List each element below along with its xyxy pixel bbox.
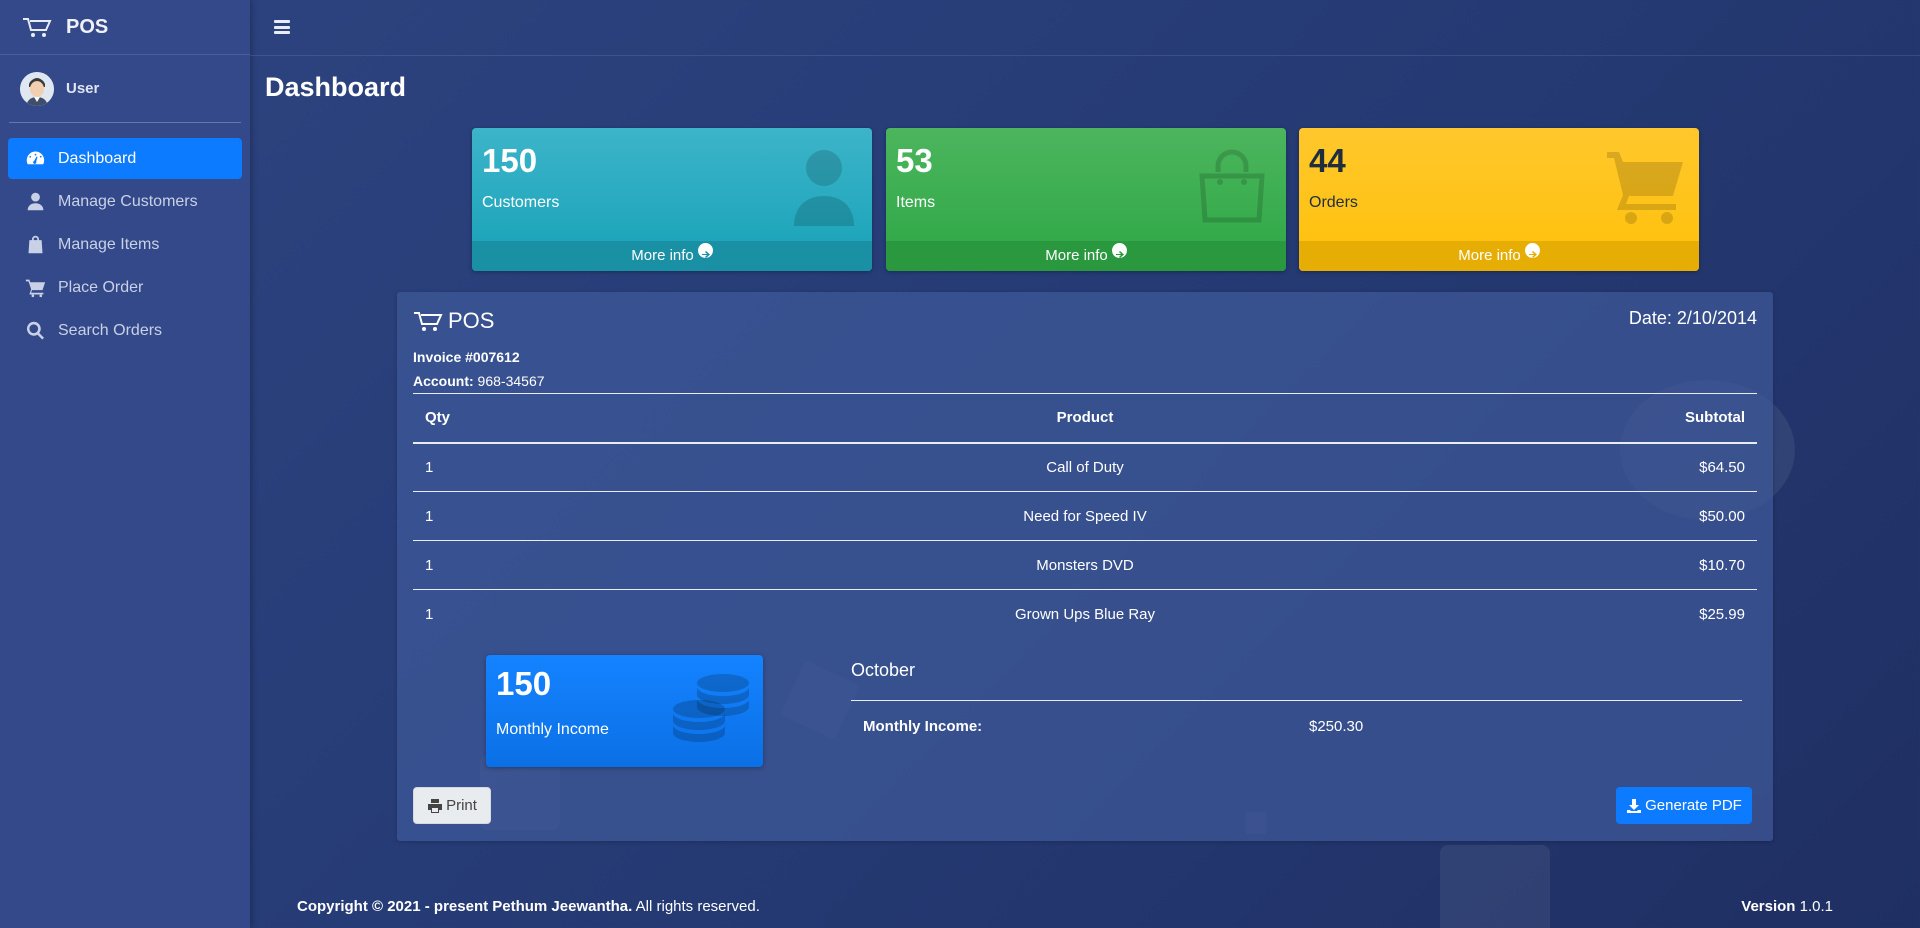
table-header-row: Qty Product Subtotal <box>413 393 1757 444</box>
customers-stat-box: 150 Customers More info <box>472 128 872 271</box>
search-icon <box>26 321 44 340</box>
cell-qty: 1 <box>413 540 613 590</box>
column-header-subtotal: Subtotal <box>1557 393 1757 444</box>
cell-product: Need for Speed IV <box>613 491 1557 541</box>
page-title: Dashboard <box>265 72 407 102</box>
stat-label: Orders <box>1309 194 1358 211</box>
invoice-panel: POS Date: 2/10/2014 Invoice #007612 Acco… <box>397 292 1773 841</box>
sidebar-item-label: Place Order <box>58 278 144 296</box>
stat-label: Customers <box>482 194 560 211</box>
table-row: 1 Call of Duty $64.50 <box>413 443 1757 492</box>
divider <box>851 700 1742 701</box>
coins-icon <box>673 674 749 742</box>
monthly-income-value: $250.30 <box>1309 718 1364 735</box>
invoice-brand: POS <box>413 308 494 334</box>
column-header-qty: Qty <box>413 393 613 444</box>
table-row: 1 Need for Speed IV $50.00 <box>413 491 1757 541</box>
sidebar-item-label: Dashboard <box>58 149 137 167</box>
sidebar-item-label: Manage Customers <box>58 192 198 210</box>
shopping-bag-icon <box>28 235 43 254</box>
avatar <box>20 71 54 106</box>
user-icon <box>794 150 854 226</box>
account-value: 968-34567 <box>473 373 545 389</box>
download-icon <box>1627 798 1642 813</box>
stat-value: 44 <box>1309 142 1346 179</box>
more-info-label: More info <box>1458 247 1521 264</box>
cart-logo-icon <box>414 312 443 331</box>
customers-more-info-link[interactable]: More info <box>472 241 872 271</box>
decorative-shape <box>1440 845 1550 928</box>
more-info-label: More info <box>631 247 694 264</box>
user-name[interactable]: User <box>66 80 99 97</box>
stat-label: Items <box>896 194 936 211</box>
rights-text: All rights reserved. <box>632 898 760 915</box>
version-label: Version <box>1741 898 1796 915</box>
cell-product: Grown Ups Blue Ray <box>613 589 1557 639</box>
invoice-account: Account: 968-34567 <box>413 373 545 389</box>
column-header-product: Product <box>613 393 1557 444</box>
monthly-income-label: Monthly Income: <box>863 718 983 735</box>
shopping-cart-icon <box>1607 152 1683 224</box>
invoice-brand-text: POS <box>448 308 495 333</box>
income-label: Monthly Income <box>496 721 609 738</box>
monthly-income-box: 150 Monthly Income <box>486 655 763 767</box>
cell-qty: 1 <box>425 458 434 476</box>
shopping-cart-icon <box>25 279 46 298</box>
orders-stat-box: 44 Orders More info <box>1299 128 1699 271</box>
cell-subtotal: $64.50 <box>1699 458 1745 476</box>
orders-more-info-link[interactable]: More info <box>1299 241 1699 271</box>
avatar-icon <box>20 71 54 106</box>
sidebar-item-search-orders[interactable]: Search Orders <box>8 310 242 351</box>
user-icon <box>27 192 44 211</box>
topbar <box>250 0 1920 56</box>
cell-subtotal: $50.00 <box>1557 491 1757 541</box>
generate-pdf-label: Generate PDF <box>1645 797 1742 814</box>
brand-text: POS <box>66 15 109 38</box>
items-more-info-link[interactable]: More info <box>886 241 1286 271</box>
version-value: 1.0.1 <box>1795 898 1833 915</box>
account-label: Account: <box>413 373 474 389</box>
sidebar-item-dashboard[interactable]: Dashboard <box>8 138 242 179</box>
cell-qty: 1 <box>413 589 613 639</box>
sidebar-nav: Dashboard Manage Customers Manage Items … <box>0 138 250 351</box>
footer-copyright: Copyright © 2021 - present Pethum Jeewan… <box>297 898 760 915</box>
invoice-items-table: Qty Product Subtotal 1 Call of Duty $64.… <box>413 393 1757 639</box>
print-icon <box>428 798 443 813</box>
print-label: Print <box>446 797 477 814</box>
copyright-text: Copyright © 2021 - present Pethum Jeewan… <box>297 898 633 915</box>
cell-subtotal: $10.70 <box>1557 540 1757 590</box>
cell-product: Call of Duty <box>1046 458 1124 476</box>
stat-value: 150 <box>482 142 538 179</box>
arrow-circle-right-icon <box>1524 243 1540 258</box>
month-title: October <box>851 660 916 680</box>
cart-logo-icon <box>23 18 52 37</box>
cell-subtotal: $25.99 <box>1557 589 1757 639</box>
version-info: Version 1.0.1 <box>1741 898 1833 915</box>
user-panel[interactable]: User <box>9 55 241 123</box>
arrow-circle-right-icon <box>1111 243 1127 258</box>
sidebar-item-place-order[interactable]: Place Order <box>8 267 242 308</box>
sidebar: POS User Dashboard Manage Customers Mana… <box>0 0 250 928</box>
cell-product: Monsters DVD <box>613 540 1557 590</box>
sidebar-item-label: Manage Items <box>58 235 160 253</box>
print-button[interactable]: Print <box>413 787 491 824</box>
invoice-number: Invoice #007612 <box>413 349 520 365</box>
items-stat-box: 53 Items More info <box>886 128 1286 271</box>
brand-link[interactable]: POS <box>0 0 250 55</box>
menu-toggle-icon[interactable] <box>274 20 290 34</box>
more-info-label: More info <box>1045 247 1108 264</box>
table-row: 1 Grown Ups Blue Ray $25.99 <box>413 589 1757 639</box>
shopping-bag-icon <box>1199 149 1265 223</box>
tachometer-icon <box>26 151 45 165</box>
stat-value: 53 <box>896 142 933 179</box>
cell-qty: 1 <box>413 491 613 541</box>
generate-pdf-button[interactable]: Generate PDF <box>1616 787 1752 824</box>
invoice-date: Date: 2/10/2014 <box>1628 308 1757 328</box>
income-value: 150 <box>496 665 552 702</box>
sidebar-item-label: Search Orders <box>58 321 163 339</box>
sidebar-item-manage-items[interactable]: Manage Items <box>8 224 242 265</box>
arrow-circle-right-icon <box>697 243 713 258</box>
table-row: 1 Monsters DVD $10.70 <box>413 540 1757 590</box>
sidebar-item-manage-customers[interactable]: Manage Customers <box>8 181 242 222</box>
